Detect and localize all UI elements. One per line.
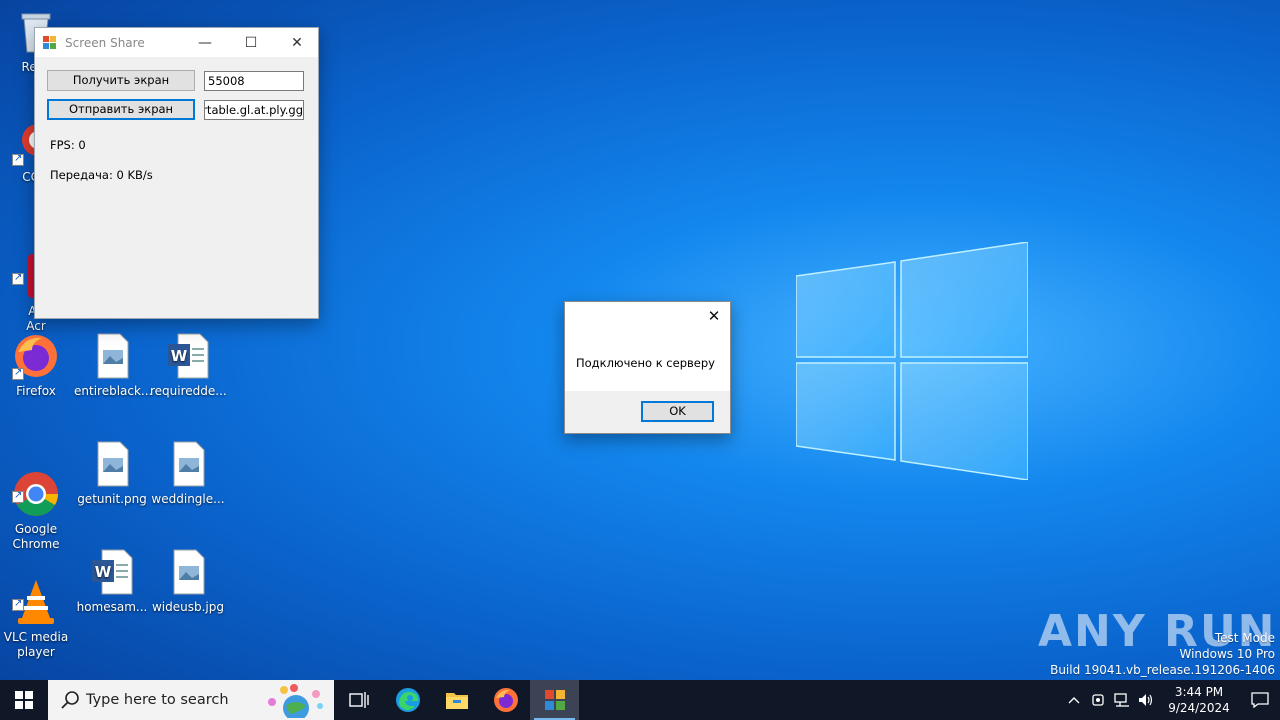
desktop-icon-label: Firefox: [16, 384, 56, 398]
search-icon: [61, 691, 79, 709]
taskbar-clock[interactable]: 3:44 PM 9/24/2024: [1158, 684, 1240, 716]
taskbar-file-explorer[interactable]: [432, 680, 481, 720]
close-button[interactable]: ✕: [274, 28, 320, 57]
receive-screen-button[interactable]: Получить экран: [47, 70, 195, 91]
volume-icon: [1139, 694, 1153, 706]
image-file-icon: [88, 332, 136, 380]
word-document-icon: W: [164, 332, 212, 380]
desktop-icon-weddingle[interactable]: weddingle...: [150, 440, 226, 507]
desktop-icon-label: requiredde...: [150, 384, 227, 398]
taskbar-search-box[interactable]: Type here to search: [48, 680, 334, 720]
desktop-icon-label: weddingle...: [151, 492, 225, 506]
minimize-button[interactable]: —: [182, 28, 228, 57]
svg-text:W: W: [171, 347, 188, 365]
firefox-icon: [493, 688, 518, 712]
desktop-icon-homesam[interactable]: W homesam...: [74, 548, 150, 615]
screen-share-window: Screen Share — ☐ ✕ Получить экран 55008 …: [34, 27, 319, 319]
desktop-icon-requiredde[interactable]: W requiredde...: [150, 332, 227, 399]
search-placeholder: Type here to search: [86, 692, 229, 708]
image-file-icon: [164, 440, 212, 488]
message-box: ✕ Подключено к серверу OK: [564, 301, 731, 434]
edition-text: Windows 10 Pro: [1179, 647, 1275, 661]
message-close-button[interactable]: ✕: [704, 306, 724, 326]
taskbar: Type here to search 3:44 PM 9/24/2024: [0, 680, 1280, 720]
image-file-icon: [164, 548, 212, 596]
transfer-label: Передача: 0 KB/s: [50, 168, 153, 182]
message-footer: OK: [565, 391, 730, 433]
taskbar-edge[interactable]: [383, 680, 432, 720]
build-text: Build 19041.vb_release.191206-1406: [1050, 663, 1275, 677]
desktop-icon-label: getunit.png: [77, 492, 147, 506]
message-text: Подключено к серверу: [576, 356, 715, 370]
firefox-icon: [12, 332, 60, 380]
show-hidden-icons-button[interactable]: [1062, 680, 1086, 720]
desktop-icon-label: VLC media player: [3, 630, 69, 659]
wallpaper-windows-logo: [795, 241, 1029, 481]
test-mode-text: Test Mode: [1214, 631, 1275, 645]
send-screen-button[interactable]: Отправить экран: [47, 99, 195, 120]
window-title: Screen Share: [65, 35, 145, 50]
test-mode-watermark: Test Mode Windows 10 Pro Build 19041.vb_…: [1050, 630, 1275, 678]
search-highlight-icon: [268, 684, 323, 718]
security-icon: [1092, 694, 1104, 706]
image-file-icon: [88, 440, 136, 488]
start-button[interactable]: [0, 680, 48, 720]
chrome-icon: [12, 455, 60, 516]
screen-share-app-icon: [544, 690, 565, 710]
network-button[interactable]: [1110, 680, 1134, 720]
volume-button[interactable]: [1134, 680, 1158, 720]
tray-app-button[interactable]: [1086, 680, 1110, 720]
host-input[interactable]: nfortable.gl.at.ply.gg: [204, 100, 304, 120]
system-tray: 3:44 PM 9/24/2024: [1062, 680, 1280, 720]
task-view-icon: [348, 692, 369, 708]
clock-date: 9/24/2024: [1168, 701, 1230, 715]
fps-label: FPS: 0: [50, 138, 86, 152]
port-input[interactable]: 55008: [204, 71, 304, 91]
host-input-value: nfortable.gl.at.ply.gg: [205, 103, 303, 117]
action-center-button[interactable]: [1240, 680, 1280, 720]
window-titlebar[interactable]: Screen Share — ☐ ✕: [35, 28, 318, 57]
desktop-icon-wideusb[interactable]: wideusb.jpg: [150, 548, 226, 615]
edge-icon: [395, 688, 420, 712]
notification-icon: [1251, 692, 1269, 708]
ok-button[interactable]: OK: [641, 401, 714, 422]
desktop-icon-label: homesam...: [76, 600, 148, 614]
network-icon: [1114, 693, 1129, 707]
desktop-icon-firefox[interactable]: Firefox: [0, 332, 74, 399]
chevron-up-icon: [1068, 697, 1080, 704]
clock-time: 3:44 PM: [1174, 685, 1224, 699]
desktop-icon-label: wideusb.jpg: [151, 600, 224, 614]
windows-logo-icon: [795, 241, 1029, 481]
svg-text:W: W: [95, 563, 112, 581]
app-icon: [43, 35, 57, 50]
word-document-icon: W: [88, 548, 136, 596]
maximize-button[interactable]: ☐: [228, 28, 274, 57]
desktop-icon-vlc[interactable]: VLC media player: [0, 548, 74, 675]
taskbar-screen-share[interactable]: [530, 680, 579, 720]
vlc-icon: [12, 563, 60, 624]
desktop-icon-getunit[interactable]: getunit.png: [74, 440, 150, 507]
taskbar-firefox[interactable]: [481, 680, 530, 720]
task-view-button[interactable]: [334, 680, 383, 720]
file-explorer-icon: [445, 693, 468, 709]
desktop-icon-entireblack[interactable]: entireblack...: [74, 332, 153, 399]
desktop-icon-label: entireblack...: [74, 384, 153, 398]
windows-start-icon: [15, 691, 33, 709]
